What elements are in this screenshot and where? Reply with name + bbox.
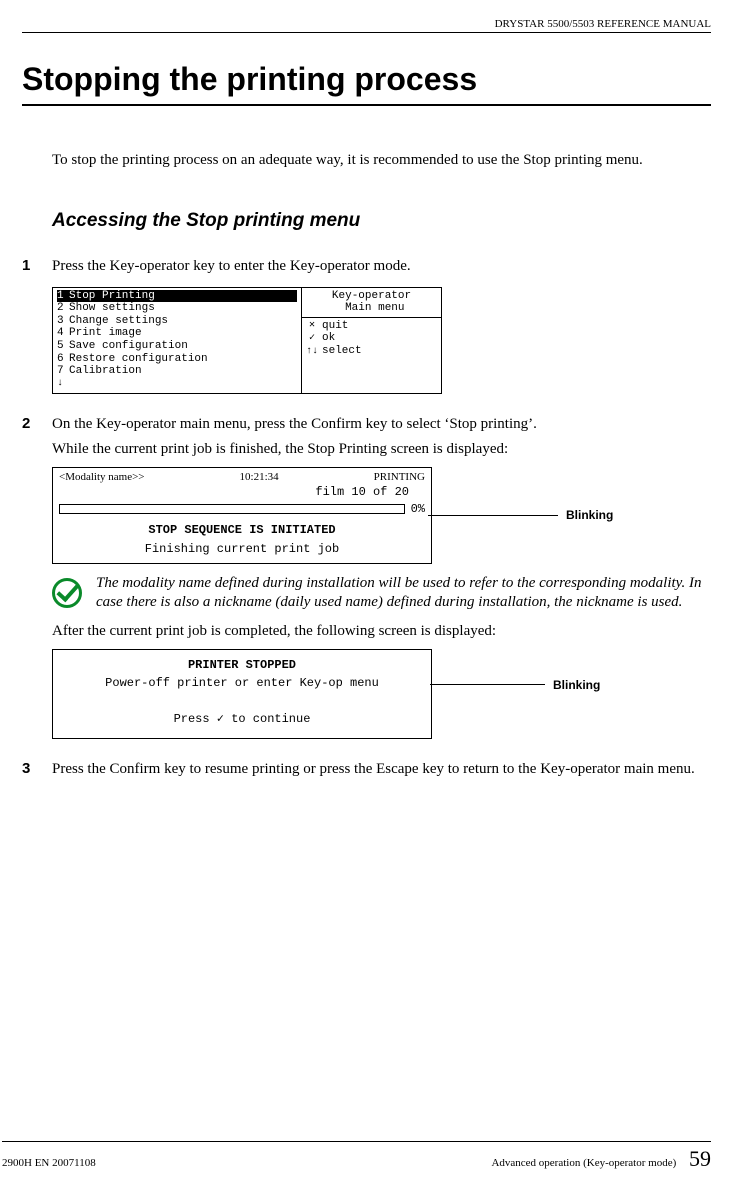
after-note-text: After the current print job is completed…: [52, 621, 711, 641]
menu-item: 5Save configuration: [57, 340, 297, 353]
film-counter: film 10 of 20: [59, 485, 425, 500]
step-number: 3: [22, 760, 52, 777]
modality-name: <Modality name>>: [59, 471, 145, 485]
section-label: Advanced operation (Key-operator mode): [491, 1157, 676, 1169]
lcd-menu-right: Key-operator Main menu ✕quit ✓ok ↑↓selec…: [302, 287, 442, 395]
lcd-stopped-screen: PRINTER STOPPED Power-off printer or ent…: [52, 649, 432, 739]
step-text: Press the Confirm key to resume printing…: [52, 759, 711, 779]
page-title: Stopping the printing process: [22, 61, 711, 98]
menu-scroll-arrow: ↓: [57, 378, 297, 390]
menu-item: 4Print image: [57, 327, 297, 340]
x-icon: ✕: [306, 320, 318, 332]
step-text: Press the Key-operator key to enter the …: [52, 256, 711, 276]
step-2: 2 On the Key-operator main menu, press t…: [22, 414, 711, 434]
callout-blinking: Blinking: [553, 678, 600, 692]
figure-printer-stopped: PRINTER STOPPED Power-off printer or ent…: [52, 649, 711, 739]
figure-stop-sequence: <Modality name>> 10:21:34 PRINTING film …: [52, 467, 711, 564]
running-header: DRYSTAR 5500/5503 REFERENCE MANUAL: [22, 18, 711, 32]
lcd-menu-list: 1Stop Printing 2Show settings 3Change se…: [52, 287, 302, 395]
step-number: 1: [22, 257, 52, 274]
press-continue-text: Press ✓ to continue: [59, 710, 425, 728]
step-1: 1 Press the Key-operator key to enter th…: [22, 256, 711, 276]
section-heading: Accessing the Stop printing menu: [52, 210, 711, 232]
lcd-key-legend: ✕quit ✓ok ↑↓select: [302, 318, 442, 395]
intro-paragraph: To stop the printing process on an adequ…: [52, 150, 711, 170]
note-text: The modality name defined during install…: [96, 574, 711, 613]
callout-blinking: Blinking: [566, 508, 613, 522]
lcd-stop-screen: <Modality name>> 10:21:34 PRINTING film …: [52, 467, 432, 564]
power-off-text: Power-off printer or enter Key-op menu: [59, 674, 425, 692]
step-text: On the Key-operator main menu, press the…: [52, 414, 711, 434]
figure-keyop-menu: 1Stop Printing 2Show settings 3Change se…: [52, 287, 711, 395]
title-rule: [22, 104, 711, 106]
printer-stopped-title: PRINTER STOPPED: [59, 656, 425, 674]
callout-line: [428, 515, 558, 516]
menu-item: 3Change settings: [57, 315, 297, 328]
stop-sequence-text: STOP SEQUENCE IS INITIATED: [59, 523, 425, 538]
page-number: 59: [689, 1146, 711, 1171]
progress-percent: 0%: [411, 502, 425, 517]
lcd-menu-title: Key-operator Main menu: [302, 287, 442, 318]
header-rule: [22, 32, 711, 33]
step-subtext: While the current print job is finished,…: [52, 439, 711, 459]
note-block: The modality name defined during install…: [52, 574, 711, 613]
step-3: 3 Press the Confirm key to resume printi…: [22, 759, 711, 779]
finishing-text: Finishing current print job: [59, 542, 425, 557]
progress-bar: [59, 504, 405, 514]
menu-item-selected: 1Stop Printing: [57, 290, 297, 303]
clock-time: 10:21:34: [240, 471, 279, 485]
doc-code: 2900H EN 20071108: [2, 1157, 96, 1169]
printer-status: PRINTING: [374, 471, 425, 485]
check-icon: ✓: [306, 333, 318, 345]
callout-line: [430, 684, 545, 685]
checkmark-icon: [52, 578, 82, 608]
menu-item: 7Calibration: [57, 365, 297, 378]
menu-item: 2Show settings: [57, 302, 297, 315]
menu-item: 6Restore configuration: [57, 353, 297, 366]
lcd-menu: 1Stop Printing 2Show settings 3Change se…: [52, 287, 452, 395]
step-number: 2: [22, 415, 52, 432]
updown-icon: ↑↓: [306, 346, 318, 358]
page-footer: 2900H EN 20071108 Advanced operation (Ke…: [2, 1141, 711, 1172]
